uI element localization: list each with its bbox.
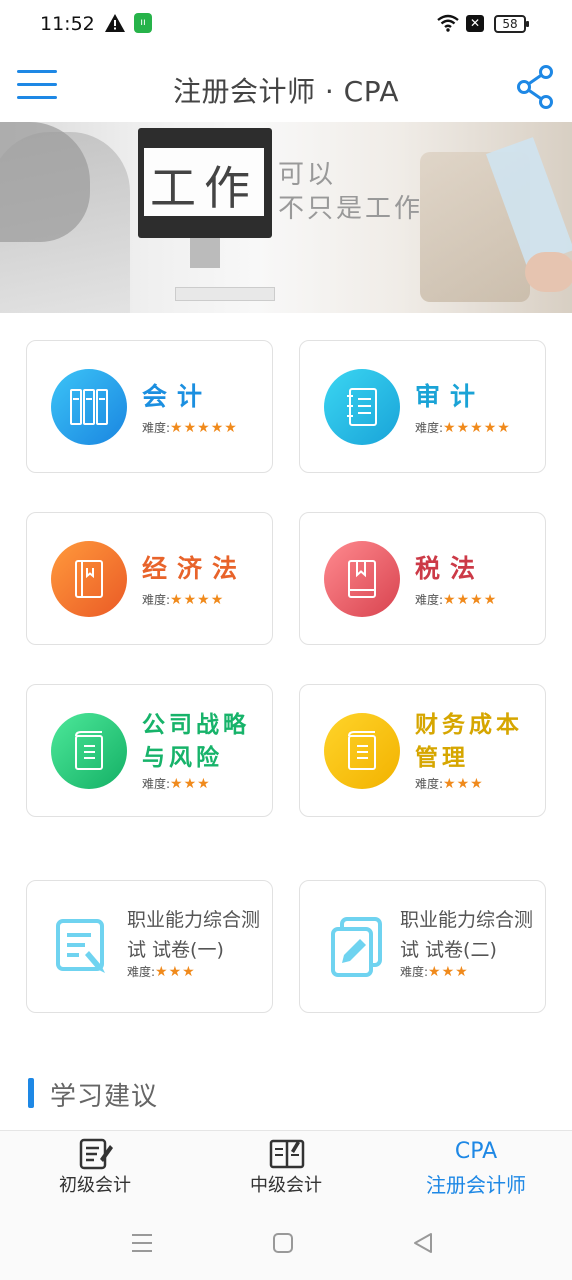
- test-title: 职业能力综合测试 试卷(一): [127, 909, 261, 961]
- open-book-icon: [269, 1139, 305, 1169]
- book-icon: [51, 541, 127, 617]
- subject-card-strategy-risk[interactable]: 公司战略与风险 难度:★★★: [26, 684, 273, 817]
- recents-menu-icon[interactable]: [130, 1232, 154, 1254]
- subject-name: 公司战略与风险: [142, 712, 250, 771]
- tab-label: 注册会计师: [426, 1173, 526, 1197]
- app-header: 注册会计师 · CPA: [0, 50, 572, 122]
- subject-name: 审计: [415, 382, 486, 411]
- subject-name: 财务成本管理: [415, 712, 523, 771]
- bookmark-book-icon: [324, 541, 400, 617]
- bottom-tab-bar: 初级会计 中级会计 CPA 注册会计师: [0, 1130, 572, 1210]
- difficulty-rating: 难度:★★★★★: [142, 420, 238, 436]
- tab-cpa[interactable]: CPA 注册会计师: [381, 1131, 571, 1211]
- subject-card-audit[interactable]: 审计 难度:★★★★★: [299, 340, 546, 473]
- subject-name: 经济法: [142, 554, 248, 583]
- status-bar: 11:52 ıı ✕ 58: [0, 0, 572, 50]
- subject-card-economic-law[interactable]: 经济法 难度:★★★★: [26, 512, 273, 645]
- difficulty-rating: 难度:★★★: [142, 776, 211, 792]
- banner-line-2: 不只是工作: [278, 194, 424, 224]
- warning-icon: [105, 14, 125, 32]
- section-accent-bar: [28, 1078, 34, 1108]
- banner-line-1: 可以: [278, 160, 337, 190]
- tab-label: 中级会计: [250, 1175, 322, 1196]
- wifi-icon: [437, 14, 459, 32]
- test-card-paper-2[interactable]: 职业能力综合测试 试卷(二) 难度:★★★: [299, 880, 546, 1013]
- page-title: 注册会计师 · CPA: [172, 75, 399, 108]
- no-sim-icon: ✕: [466, 15, 484, 32]
- green-book-icon: [51, 713, 127, 789]
- subject-name: 会计: [142, 382, 213, 411]
- notebook-icon: [324, 369, 400, 445]
- promo-banner[interactable]: 工作 可以 不只是工作: [0, 122, 572, 313]
- app-notification-icon: ıı: [134, 13, 152, 33]
- banner-headline: 工作: [150, 161, 258, 215]
- difficulty-rating: 难度:★★★: [415, 776, 484, 792]
- difficulty-rating: 难度:★★★★: [142, 592, 225, 608]
- tab-cpa-mark: CPA: [454, 1139, 498, 1164]
- difficulty-rating: 难度:★★★★: [415, 592, 498, 608]
- status-time: 11:52: [40, 13, 95, 35]
- tab-label: 初级会计: [59, 1175, 131, 1196]
- edit-document-icon: [56, 919, 105, 973]
- back-triangle-icon[interactable]: [412, 1232, 434, 1254]
- subject-card-accounting[interactable]: 会计 难度:★★★★★: [26, 340, 273, 473]
- share-icon[interactable]: [516, 65, 554, 109]
- tab-intermediate-accounting[interactable]: 中级会计: [191, 1131, 381, 1211]
- subject-card-tax-law[interactable]: 税法 难度:★★★★: [299, 512, 546, 645]
- test-title: 职业能力综合测试 试卷(二): [400, 909, 534, 961]
- difficulty-rating: 难度:★★★: [400, 964, 469, 980]
- subject-name: 税法: [415, 554, 486, 583]
- subject-card-financial-cost[interactable]: 财务成本管理 难度:★★★: [299, 684, 546, 817]
- notepad-pen-icon: [79, 1138, 113, 1170]
- difficulty-rating: 难度:★★★★★: [415, 420, 511, 436]
- binders-icon: [51, 369, 127, 445]
- home-square-icon[interactable]: [272, 1232, 294, 1254]
- test-card-paper-1[interactable]: 职业能力综合测试 试卷(一) 难度:★★★: [26, 880, 273, 1013]
- main-content: 会计 难度:★★★★★ 审计 难度:★★★★★ 经济法 难度:★★★★ 税法 难…: [0, 313, 572, 1130]
- system-navigation-bar: [0, 1210, 572, 1280]
- tab-junior-accounting[interactable]: 初级会计: [0, 1131, 190, 1211]
- battery-indicator: 58: [494, 15, 529, 33]
- difficulty-rating: 难度:★★★: [127, 964, 196, 980]
- pencil-document-icon: [331, 917, 382, 977]
- yellow-book-icon: [324, 713, 400, 789]
- section-title: 学习建议: [50, 1082, 159, 1112]
